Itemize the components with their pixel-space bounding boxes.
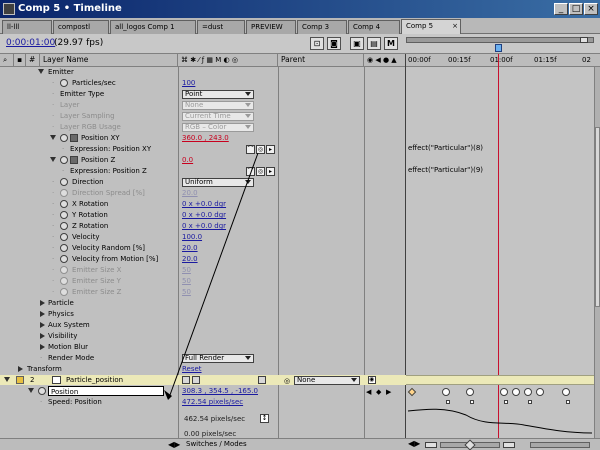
tick-label: 00:15f bbox=[448, 56, 471, 64]
expression-text-z[interactable]: effect("Particular")(9) bbox=[408, 166, 483, 174]
tick-label: 02 bbox=[582, 56, 591, 64]
tick-label: 00:00f bbox=[408, 56, 431, 64]
expand-collapse-icon[interactable]: ◀▶ bbox=[168, 440, 180, 449]
keyframe-icon[interactable] bbox=[500, 388, 508, 396]
tick-label: 01:00f bbox=[490, 56, 513, 64]
speed-graph[interactable] bbox=[406, 399, 594, 439]
zoom-in-icon[interactable] bbox=[503, 442, 515, 448]
bottom-bar: ◀▶ Switches / Modes ◀▶ bbox=[0, 438, 600, 450]
keyframe-icon[interactable] bbox=[407, 387, 417, 397]
scroll-thumb[interactable] bbox=[595, 127, 600, 307]
keyframe-icon[interactable] bbox=[524, 388, 532, 396]
switches-modes-toggle[interactable]: Switches / Modes bbox=[186, 440, 247, 448]
keyframe-icon[interactable] bbox=[562, 388, 570, 396]
horizontal-scrollbar[interactable] bbox=[530, 442, 590, 448]
keyframe-icon[interactable] bbox=[442, 388, 450, 396]
expand-collapse-icon[interactable]: ◀▶ bbox=[408, 439, 420, 448]
vertical-scrollbar[interactable] bbox=[594, 67, 600, 438]
zoom-slider-thumb[interactable] bbox=[464, 439, 476, 450]
keyframe-icon[interactable] bbox=[466, 388, 474, 396]
keyframe-icon[interactable] bbox=[536, 388, 544, 396]
tick-label: 01:15f bbox=[534, 56, 557, 64]
time-ruler[interactable]: 00:00f 00:15f 01:00f 01:15f 02 bbox=[406, 54, 594, 67]
zoom-out-icon[interactable] bbox=[425, 442, 437, 448]
current-time-indicator-head[interactable] bbox=[495, 44, 502, 52]
keyframe-icon[interactable] bbox=[512, 388, 520, 396]
timeline-graph-pane[interactable]: 00:00f 00:15f 01:00f 01:15f 02 effect("P… bbox=[406, 44, 594, 442]
layer-duration-bar[interactable] bbox=[406, 375, 594, 385]
expression-text-xy[interactable]: effect("Particular")(8) bbox=[408, 144, 483, 152]
